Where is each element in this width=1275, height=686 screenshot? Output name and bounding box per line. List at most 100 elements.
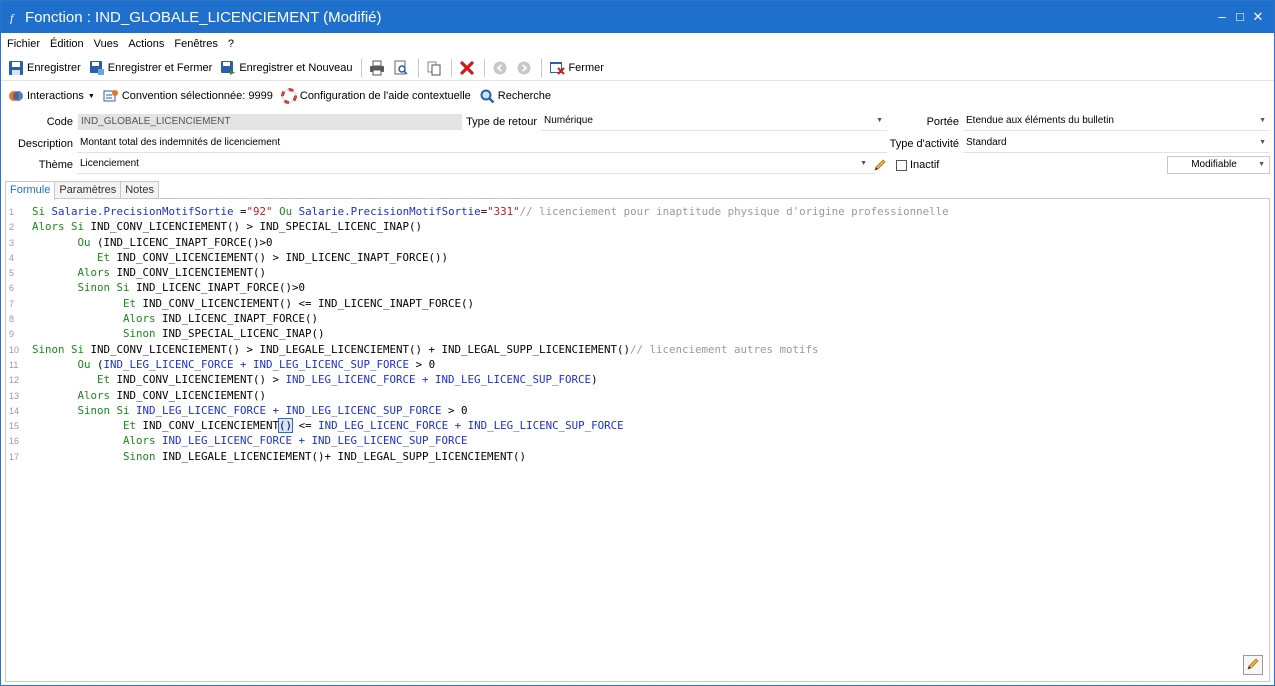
theme-value: Licenciement: [80, 158, 139, 169]
tab-formule[interactable]: Formule: [5, 181, 56, 200]
code-line[interactable]: 11 Ou (IND_LEG_LICENC_FORCE + IND_LEG_LI…: [6, 357, 1269, 372]
code-line[interactable]: 9 Sinon IND_SPECIAL_LICENC_INAP(): [6, 326, 1269, 341]
modifiable-select[interactable]: Modifiable ▼: [1167, 156, 1270, 174]
code-token: Et: [123, 419, 143, 433]
theme-select[interactable]: Licenciement ▼: [77, 156, 875, 174]
menu-fenetres[interactable]: Fenêtres: [174, 38, 217, 50]
line-number: 12: [9, 375, 20, 386]
pencil-icon: [1246, 657, 1260, 674]
return-type-select[interactable]: Numérique ▼: [541, 113, 887, 131]
code-line[interactable]: 16 Alors IND_LEG_LICENC_FORCE + IND_LEG_…: [6, 433, 1269, 448]
convention-label: Convention sélectionnée: 9999: [121, 90, 273, 102]
code-line[interactable]: 15 Et IND_CONV_LICENCIEMENT() <= IND_LEG…: [6, 418, 1269, 434]
tab-parametres[interactable]: Paramètres: [54, 181, 122, 199]
toolbar-separator: [451, 58, 453, 77]
theme-label: Thème: [38, 159, 73, 171]
delete-button[interactable]: [456, 57, 478, 79]
code-line[interactable]: 5 Alors IND_CONV_LICENCIEMENT(): [6, 265, 1269, 280]
code-token: IND_CONV_LICENCIEMENT(): [116, 266, 267, 280]
scope-select[interactable]: Etendue aux éléments du bulletin ▼: [963, 113, 1270, 131]
code-label: Code: [46, 116, 73, 128]
code-token: ): [591, 373, 598, 387]
close-button[interactable]: Fermer: [546, 57, 606, 79]
code-token: Et: [97, 250, 117, 264]
code-token: IND_CONV_LICENCIEMENT() > IND_LEGALE_LIC…: [90, 342, 631, 356]
code-field[interactable]: IND_GLOBALE_LICENCIEMENT: [77, 113, 463, 131]
code-line[interactable]: 4 Et IND_CONV_LICENCIEMENT() > IND_LICEN…: [6, 250, 1269, 265]
toolbar-separator: [418, 58, 420, 77]
code-token: Et: [123, 296, 143, 310]
description-label: Description: [17, 138, 73, 150]
previous-button[interactable]: [489, 57, 511, 79]
formula-editor[interactable]: 1 Si Salarie.PrecisionMotifSortie ="92" O…: [5, 198, 1270, 682]
interactions-dropdown[interactable]: Interactions ▼: [5, 85, 98, 107]
code-token: <=: [292, 419, 319, 433]
close-label: Fermer: [568, 61, 604, 74]
code-token: IND_LEG_LICENC_FORCE + IND_LEG_LICENC_SU…: [136, 403, 442, 417]
code-token: Salarie.PrecisionMotifSortie: [51, 205, 234, 218]
line-number: 4: [9, 252, 15, 263]
code-line[interactable]: 12 Et IND_CONV_LICENCIEMENT() > IND_LEG_…: [6, 372, 1269, 387]
search-button[interactable]: Recherche: [476, 85, 554, 107]
description-field[interactable]: Montant total des indemnités de licencie…: [77, 135, 887, 153]
code-line[interactable]: 13 Alors IND_CONV_LICENCIEMENT(): [6, 388, 1269, 403]
inactive-checkbox[interactable]: [896, 160, 907, 171]
activity-type-select[interactable]: Standard ▼: [963, 135, 1270, 153]
maximize-button[interactable]: □: [1234, 9, 1246, 25]
print-preview-icon: [393, 60, 409, 76]
code-line[interactable]: 2 Alors Si IND_CONV_LICENCIEMENT() > IND_…: [6, 219, 1269, 234]
tab-notes[interactable]: Notes: [120, 181, 159, 199]
title-bar[interactable]: f Fonction : IND_GLOBALE_LICENCIEMENT (M…: [1, 1, 1274, 33]
window-title: Fonction : IND_GLOBALE_LICENCIEMENT (Mod…: [25, 8, 382, 26]
copy-button[interactable]: [423, 57, 445, 79]
pencil-edit-icon[interactable]: [873, 158, 887, 172]
menu-fichier[interactable]: Fichier: [7, 38, 40, 50]
code-line[interactable]: 17 Sinon IND_LEGALE_LICENCIEMENT()+ IND_…: [6, 449, 1269, 464]
menu-help[interactable]: ?: [228, 38, 234, 50]
form-row-description: Description Montant total des indemnités…: [1, 135, 1274, 153]
menu-vues[interactable]: Vues: [94, 38, 119, 50]
form-row-theme: Thème Licenciement ▼ Inactif Modifiable …: [1, 156, 1274, 174]
code-area[interactable]: 1 Si Salarie.PrecisionMotifSortie ="92" O…: [6, 199, 1269, 464]
code-token: IND_LEG_LICENC_FORCE + IND_LEG_LICENC_SU…: [162, 434, 468, 448]
interactions-label: Interactions: [27, 90, 84, 102]
print-preview-button[interactable]: [390, 57, 412, 79]
close-window-button[interactable]: ✕: [1252, 9, 1264, 25]
code-line[interactable]: 14 Sinon Si IND_LEG_LICENC_FORCE + IND_L…: [6, 403, 1269, 418]
close-document-icon: [549, 60, 566, 76]
line-number: 3: [9, 237, 15, 248]
code-token: IND_SPECIAL_LICENC_INAP(): [162, 327, 325, 341]
print-button[interactable]: [366, 57, 388, 79]
code-line[interactable]: 6 Sinon Si IND_LICENC_INAPT_FORCE()>0: [6, 280, 1269, 295]
save-close-label: Enregistrer et Fermer: [107, 61, 213, 74]
save-new-button[interactable]: Enregistrer et Nouveau: [217, 57, 355, 79]
main-toolbar: Enregistrer Enregistrer et Fermer Enregi…: [1, 55, 1274, 81]
code-token: =: [233, 205, 247, 218]
minimize-button[interactable]: –: [1216, 9, 1228, 25]
line-number: 17: [9, 451, 20, 462]
menu-edition[interactable]: Édition: [50, 38, 84, 50]
code-line[interactable]: 10 Sinon Si IND_CONV_LICENCIEMENT() > IND…: [6, 342, 1269, 357]
menu-actions[interactable]: Actions: [128, 38, 164, 50]
save-new-icon: [220, 60, 236, 76]
code-token: IND_LEG_LICENC_FORCE + IND_LEG_LICENC_SU…: [103, 357, 410, 371]
code-line[interactable]: 7 Et IND_CONV_LICENCIEMENT() <= IND_LICE…: [6, 296, 1269, 311]
help-config-button[interactable]: Configuration de l'aide contextuelle: [278, 85, 474, 107]
edit-formula-button[interactable]: [1243, 655, 1263, 675]
convention-button[interactable]: Convention sélectionnée: 9999: [100, 85, 276, 107]
line-number: 1: [9, 207, 15, 217]
chevron-down-icon: ▼: [87, 92, 95, 100]
code-line[interactable]: 1 Si Salarie.PrecisionMotifSortie ="92" O…: [6, 204, 1269, 219]
code-token: // licenciement pour inaptitude physique…: [519, 205, 949, 218]
next-button[interactable]: [513, 57, 535, 79]
code-line[interactable]: 8 Alors IND_LICENC_INAPT_FORCE(): [6, 311, 1269, 326]
code-line[interactable]: 3 Ou (IND_LICENC_INAPT_FORCE()>0: [6, 235, 1269, 250]
code-token: IND_CONV_LICENCIEMENT() <= IND_LICENC_IN…: [142, 296, 475, 310]
next-circle-icon: [516, 60, 532, 76]
code-token: Alors: [77, 388, 117, 402]
save-close-button[interactable]: Enregistrer et Fermer: [86, 57, 216, 79]
save-button[interactable]: Enregistrer: [5, 57, 84, 79]
